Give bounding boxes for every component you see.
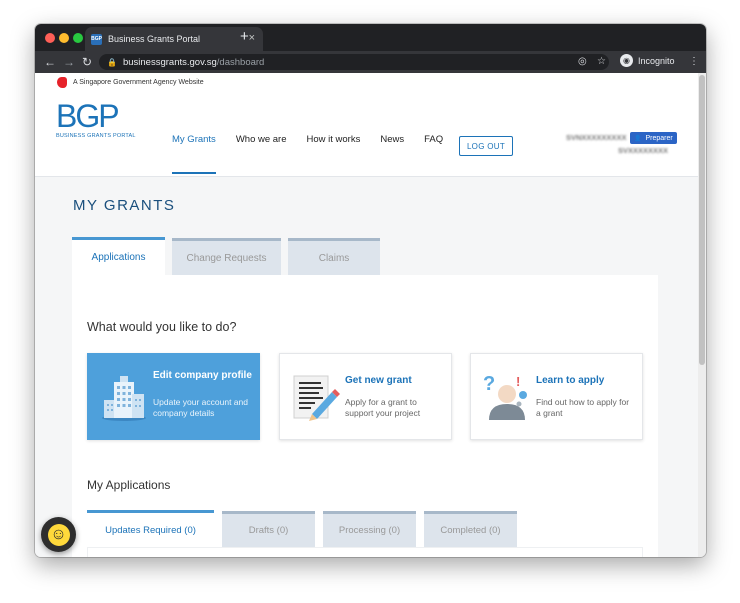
learn-to-apply-card[interactable]: ? ! Learn to apply Find out how to apply…	[470, 353, 643, 440]
tab-close-icon[interactable]: ×	[249, 32, 255, 44]
url-path: /dashboard	[216, 56, 265, 68]
tab-updates-required[interactable]: Updates Required (0)	[87, 510, 214, 547]
edit-company-profile-card[interactable]: Edit company profile Update your account…	[87, 353, 260, 440]
user-org: SVXXXXXXXX	[618, 146, 669, 155]
bgp-logo[interactable]: BGP BUSINESS GRANTS PORTAL	[56, 98, 136, 145]
user-icon: 👤	[634, 135, 642, 142]
browser-window: BGP Business Grants Portal × + ← → ↻ 🔒 b…	[35, 24, 706, 557]
person-question-icon: ? !	[483, 373, 527, 420]
card-title: Get new grant	[345, 375, 412, 386]
my-applications-heading: My Applications	[87, 478, 171, 492]
minimize-window-button[interactable]	[59, 33, 69, 43]
new-tab-icon[interactable]: +	[240, 28, 249, 46]
tab-completed[interactable]: Completed (0)	[424, 511, 517, 547]
nav-my-grants[interactable]: My Grants	[172, 91, 216, 177]
actions-heading: What would you like to do?	[87, 320, 237, 334]
logo-subtitle: BUSINESS GRANTS PORTAL	[56, 133, 136, 139]
svg-text:!: !	[516, 374, 520, 389]
get-new-grant-card[interactable]: Get new grant Apply for a grant to suppo…	[279, 353, 452, 440]
card-description: Update your account and company details	[153, 397, 248, 418]
applications-panel: What would you like to do? Edit company …	[72, 275, 658, 557]
gov-banner-text: A Singapore Government Agency Website	[73, 78, 204, 86]
page-viewport: A Singapore Government Agency Website BG…	[35, 73, 698, 557]
main-tabs: Applications Change Requests Claims	[72, 237, 387, 275]
svg-text:?: ?	[483, 373, 495, 395]
scrollbar-thumb[interactable]	[699, 75, 705, 365]
tab-applications[interactable]: Applications	[72, 237, 165, 275]
lion-head-icon	[57, 76, 67, 88]
incognito-indicator[interactable]: ◉ Incognito	[620, 54, 675, 67]
nav-news[interactable]: News	[380, 91, 404, 177]
nav-who-we-are[interactable]: Who we are	[236, 91, 287, 177]
tab-claims[interactable]: Claims	[288, 238, 380, 275]
incognito-icon: ◉	[620, 54, 633, 67]
reload-icon[interactable]: ↻	[82, 54, 92, 70]
favicon-icon: BGP	[91, 33, 102, 45]
application-status-tabs: Updates Required (0) Drafts (0) Processi…	[87, 510, 525, 547]
back-icon[interactable]: ←	[44, 54, 56, 70]
page-scrollbar[interactable]	[698, 73, 706, 557]
browser-tabstrip: BGP Business Grants Portal × +	[35, 24, 706, 51]
tab-drafts[interactable]: Drafts (0)	[222, 511, 315, 547]
address-bar[interactable]: 🔒 businessgrants.gov.sg/dashboard	[99, 54, 609, 70]
main-nav: My Grants Who we are How it works News F…	[172, 91, 463, 177]
nav-how-it-works[interactable]: How it works	[307, 91, 361, 177]
site-header: BGP BUSINESS GRANTS PORTAL My Grants Who…	[35, 91, 698, 177]
nav-faq[interactable]: FAQ	[424, 91, 443, 177]
maximize-window-button[interactable]	[73, 33, 83, 43]
page-title: MY GRANTS	[73, 197, 176, 214]
logout-button[interactable]: LOG OUT	[459, 136, 513, 156]
card-title: Learn to apply	[536, 375, 605, 386]
tab-title: Business Grants Portal	[108, 34, 201, 44]
role-badge: 👤 Preparer	[630, 132, 677, 144]
logo-letters: BGP	[56, 98, 120, 134]
url-host: businessgrants.gov.sg	[122, 56, 217, 68]
role-label: Preparer	[645, 134, 673, 142]
chat-widget-button[interactable]: ☺	[41, 517, 76, 552]
smiley-icon: ☺	[47, 523, 70, 546]
card-description: Apply for a grant to support your projec…	[345, 397, 421, 418]
applications-list	[87, 547, 643, 557]
gov-banner: A Singapore Government Agency Website	[35, 73, 698, 91]
close-window-button[interactable]	[45, 33, 55, 43]
tab-processing[interactable]: Processing (0)	[323, 511, 416, 547]
eye-off-icon[interactable]: ◎	[578, 54, 587, 70]
browser-menu-icon[interactable]: ⋮	[689, 54, 699, 70]
user-name: SVNXXXXXXXXX	[566, 133, 627, 142]
forward-icon[interactable]: →	[63, 54, 75, 70]
lock-icon: 🔒	[107, 57, 117, 67]
document-pencil-icon	[293, 375, 340, 421]
incognito-label: Incognito	[638, 55, 675, 66]
star-icon[interactable]: ☆	[597, 54, 606, 70]
card-description: Find out how to apply for a grant	[536, 397, 630, 418]
building-icon	[102, 376, 146, 421]
browser-toolbar: ← → ↻ 🔒 businessgrants.gov.sg/dashboard …	[35, 51, 706, 73]
browser-tab[interactable]: BGP Business Grants Portal ×	[85, 27, 263, 51]
tab-change-requests[interactable]: Change Requests	[172, 238, 281, 275]
card-title: Edit company profile	[153, 370, 252, 381]
